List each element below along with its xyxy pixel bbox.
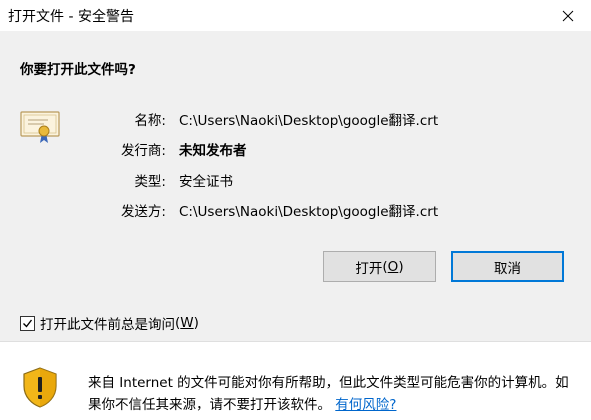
open-button[interactable]: 打开(O) bbox=[323, 251, 436, 282]
close-button[interactable] bbox=[545, 0, 591, 31]
warning-shield-icon bbox=[23, 367, 57, 408]
question-heading: 你要打开此文件吗? bbox=[20, 62, 136, 78]
warning-message: 来自 Internet 的文件可能对你有所帮助，但此文件类型可能危害你的计算机。… bbox=[88, 375, 569, 413]
close-icon bbox=[562, 10, 574, 21]
warning-text-block: 来自 Internet 的文件可能对你有所帮助，但此文件类型可能危害你的计算机。… bbox=[88, 372, 578, 416]
window-title: 打开文件 - 安全警告 bbox=[8, 9, 134, 25]
checkmark-icon bbox=[23, 319, 33, 328]
open-button-key: O bbox=[387, 258, 399, 275]
always-ask-label: 打开此文件前总是询问 bbox=[40, 317, 175, 333]
cancel-button[interactable]: 取消 bbox=[451, 251, 564, 282]
title-bar: 打开文件 - 安全警告 bbox=[0, 0, 591, 31]
open-button-text: 打开 bbox=[355, 260, 383, 277]
always-ask-checkbox-row[interactable]: 打开此文件前总是询问(W) bbox=[20, 313, 199, 333]
type-value: 安全证书 bbox=[179, 174, 233, 190]
risk-link[interactable]: 有何风险? bbox=[335, 397, 396, 413]
certificate-icon bbox=[20, 111, 60, 143]
always-ask-key: W bbox=[180, 315, 194, 331]
dialog-body: 你要打开此文件吗? 名称: C:\Users\Naoki\Desktop\goo… bbox=[0, 31, 591, 341]
from-label: 发送方: bbox=[120, 204, 166, 220]
always-ask-checkbox[interactable] bbox=[20, 315, 35, 331]
always-ask-suffix: ) bbox=[193, 315, 199, 331]
name-value: C:\Users\Naoki\Desktop\google翻译.crt bbox=[179, 113, 439, 129]
from-value: C:\Users\Naoki\Desktop\google翻译.crt bbox=[179, 204, 439, 220]
open-button-suffix: ) bbox=[398, 258, 404, 275]
name-label: 名称: bbox=[134, 113, 166, 129]
divider bbox=[0, 341, 591, 342]
publisher-value: 未知发布者 bbox=[179, 143, 247, 159]
type-label: 类型: bbox=[134, 174, 166, 190]
publisher-label: 发行商: bbox=[120, 143, 166, 159]
